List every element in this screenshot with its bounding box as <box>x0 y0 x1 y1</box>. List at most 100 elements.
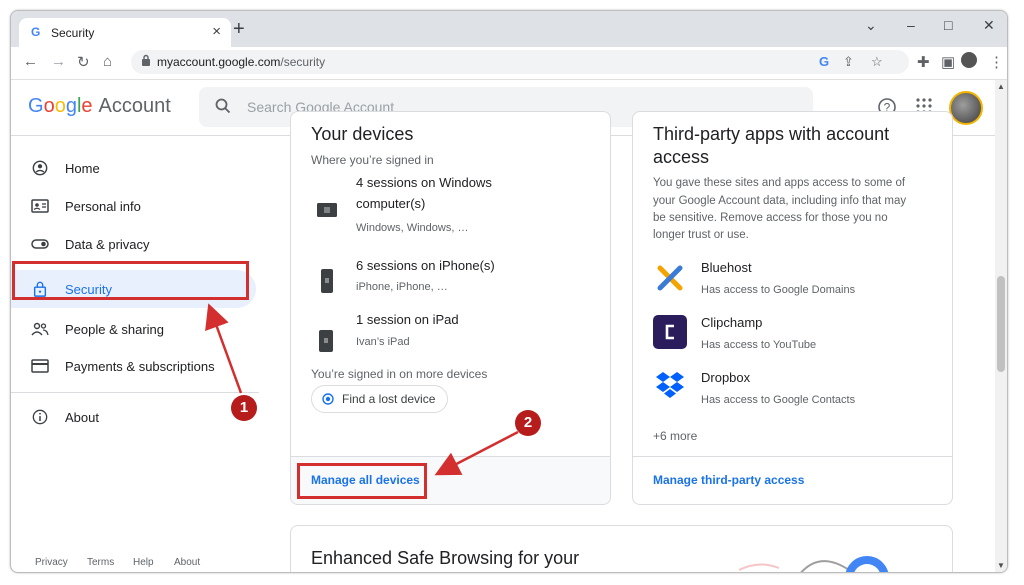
back-icon[interactable]: ← <box>23 53 38 70</box>
new-tab-icon[interactable]: + <box>233 19 245 39</box>
more-menu-icon[interactable]: ⋮ <box>989 53 1004 71</box>
devices-card-title: Your devices <box>311 124 414 144</box>
app-name: Bluehost <box>701 260 752 275</box>
footer-privacy-link[interactable]: Privacy <box>35 557 68 568</box>
app-name: Clipchamp <box>701 315 763 330</box>
sidebar-item-about[interactable]: About <box>11 398 256 436</box>
sidebar-divider <box>11 392 259 393</box>
safe-browsing-illustration <box>739 556 889 572</box>
security-highlight-box <box>12 261 249 300</box>
scroll-down-icon[interactable]: ▼ <box>997 561 1005 570</box>
apps-card-footer: Manage third-party access <box>633 456 952 504</box>
home-icon[interactable]: ⌂ <box>103 53 112 70</box>
browser-window: G Security × + ⌄ – □ ✕ ← → ↻ ⌂ myaccount… <box>10 10 1008 573</box>
device-subtitle: Windows, Windows, … <box>356 222 469 234</box>
devices-card: Your devices Where you’re signed in 4 se… <box>290 111 611 505</box>
sidebar-item-label: Home <box>65 161 100 176</box>
description-line: longer trust or use. <box>653 229 749 241</box>
description-line: your Google Account data, including info… <box>653 195 907 207</box>
google-lens-icon[interactable]: G <box>819 54 829 69</box>
page-scrollbar[interactable]: ▲ ▼ <box>995 80 1007 572</box>
sidebar-item-label: People & sharing <box>65 322 165 337</box>
close-window-icon[interactable]: ✕ <box>983 17 995 34</box>
dropbox-icon <box>656 372 684 398</box>
device-title-line2: computer(s) <box>356 196 426 211</box>
device-title: 6 sessions on iPhone(s) <box>356 258 495 273</box>
sidebar-item-personal-info[interactable]: Personal info <box>11 187 256 225</box>
step-2-badge: 2 <box>515 410 541 436</box>
signed-in-label: Where you’re signed in <box>311 153 434 167</box>
apps-card-title-line2: access <box>653 147 710 167</box>
description-line: be sensitive. Remove access for those yo… <box>653 212 888 224</box>
scrollbar-thumb[interactable] <box>997 276 1005 372</box>
browser-toolbar: ← → ↻ ⌂ myaccount.google.com/security G … <box>11 47 1007 80</box>
safe-browsing-title: Enhanced Safe Browsing for your <box>311 548 580 568</box>
tablet-icon <box>319 330 333 352</box>
sidebar-nav: Home Personal info Data & privacy Securi… <box>11 136 266 572</box>
device-title-line1: 4 sessions on Windows <box>356 175 492 190</box>
app-name: Dropbox <box>701 370 751 385</box>
people-icon <box>31 322 49 336</box>
find-lost-device-button[interactable]: Find a lost device <box>311 385 449 413</box>
google-favicon-icon: G <box>31 25 41 39</box>
profile-avatar-icon[interactable] <box>961 52 977 68</box>
sidebar-item-label: About <box>65 410 99 425</box>
scroll-up-icon[interactable]: ▲ <box>997 82 1005 91</box>
sidebar-item-payments[interactable]: Payments & subscriptions <box>11 347 256 385</box>
phone-icon <box>321 269 333 293</box>
minimize-icon[interactable]: – <box>907 17 915 33</box>
safe-browsing-card: Enhanced Safe Browsing for your <box>290 525 953 572</box>
maximize-icon[interactable]: □ <box>944 17 952 33</box>
side-panel-icon[interactable]: ▣ <box>941 53 955 71</box>
sidebar-item-data-privacy[interactable]: Data & privacy <box>11 225 256 263</box>
address-bar[interactable]: myaccount.google.com/security G ⇪ ☆ <box>131 50 909 74</box>
toggle-icon <box>31 239 49 249</box>
google-account-logo[interactable]: Google Account <box>28 95 171 118</box>
share-icon[interactable]: ⇪ <box>843 54 854 70</box>
location-target-icon <box>322 393 334 405</box>
footer-help-link[interactable]: Help <box>133 557 154 568</box>
device-title: 1 session on iPad <box>356 312 459 327</box>
sidebar-item-label: Personal info <box>65 199 141 214</box>
more-devices-text: You’re signed in on more devices <box>311 367 488 381</box>
app-access: Has access to YouTube <box>701 339 817 351</box>
device-subtitle: iPhone, iPhone, … <box>356 281 448 293</box>
manage-devices-highlight-box <box>297 463 427 499</box>
search-icon <box>215 98 231 114</box>
laptop-icon <box>317 203 337 217</box>
sidebar-item-label: Data & privacy <box>65 237 150 252</box>
home-icon <box>32 160 48 176</box>
account-avatar[interactable] <box>949 91 983 125</box>
tab-close-icon[interactable]: × <box>212 23 221 40</box>
footer-about-link[interactable]: About <box>174 557 200 568</box>
forward-icon[interactable]: → <box>51 53 66 70</box>
description-line: You gave these sites and apps access to … <box>653 177 906 189</box>
sidebar-item-people-sharing[interactable]: People & sharing <box>11 310 256 348</box>
reload-icon[interactable]: ↻ <box>77 53 90 71</box>
extensions-icon[interactable]: ✚ <box>917 53 930 71</box>
device-subtitle: Ivan’s iPad <box>356 336 410 348</box>
apps-card-title-line1: Third-party apps with account <box>653 124 890 144</box>
browser-tab[interactable]: G Security × <box>19 18 231 47</box>
sidebar-item-label: Payments & subscriptions <box>65 359 215 374</box>
info-icon <box>32 409 48 425</box>
tab-title: Security <box>51 26 95 40</box>
footer-terms-link[interactable]: Terms <box>87 557 114 568</box>
lock-icon <box>142 54 150 66</box>
more-apps-count[interactable]: +6 more <box>653 429 697 443</box>
app-access: Has access to Google Contacts <box>701 394 856 406</box>
find-device-label: Find a lost device <box>342 392 436 406</box>
url-text: myaccount.google.com/security <box>157 55 326 69</box>
step-1-badge: 1 <box>231 395 257 421</box>
sidebar-item-home[interactable]: Home <box>11 149 256 187</box>
app-access: Has access to Google Domains <box>701 284 856 296</box>
id-card-icon <box>31 199 49 213</box>
tab-search-icon[interactable]: ⌄ <box>865 17 877 34</box>
third-party-apps-card: Third-party apps with account access You… <box>632 111 953 505</box>
manage-third-party-access-link[interactable]: Manage third-party access <box>653 473 804 487</box>
bookmark-star-icon[interactable]: ☆ <box>871 54 883 70</box>
card-icon <box>31 359 49 373</box>
tab-strip: G Security × + ⌄ – □ ✕ <box>11 11 1007 47</box>
clipchamp-icon <box>653 315 687 349</box>
bluehost-icon <box>657 265 683 291</box>
